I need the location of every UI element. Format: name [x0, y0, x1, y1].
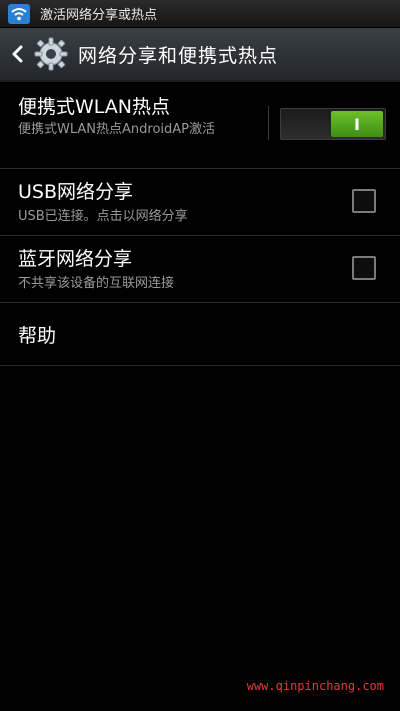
toggle-on-knob: I [331, 111, 383, 137]
usb-tethering-title: USB网络分享 [18, 181, 134, 203]
item-divider [268, 106, 269, 140]
wifi-hotspot-icon [6, 1, 32, 27]
action-bar: 网络分享和便携式热点 [0, 28, 400, 82]
usb-tethering-item[interactable]: USB网络分享 USB已连接。点击以网络分享 [0, 169, 400, 236]
usb-tethering-checkbox[interactable] [352, 189, 376, 213]
back-arrow-icon[interactable] [6, 28, 28, 80]
bluetooth-tethering-title: 蓝牙网络分享 [18, 248, 133, 270]
usb-tethering-summary: USB已连接。点击以网络分享 [18, 209, 188, 224]
wlan-hotspot-toggle[interactable]: I [280, 108, 386, 140]
status-notification-text: 激活网络分享或热点 [40, 8, 158, 23]
help-item[interactable]: 帮助 [0, 303, 400, 366]
wlan-hotspot-summary: 便携式WLAN热点AndroidAP激活 [18, 122, 216, 137]
settings-gear-icon[interactable] [32, 35, 70, 73]
wlan-hotspot-item[interactable]: 便携式WLAN热点 便携式WLAN热点AndroidAP激活 I [0, 82, 400, 169]
watermark-text: www.qinpinchang.com [246, 679, 384, 693]
settings-list: 便携式WLAN热点 便携式WLAN热点AndroidAP激活 I USB网络分享… [0, 82, 400, 366]
help-title: 帮助 [18, 325, 57, 347]
wlan-hotspot-title: 便携式WLAN热点 [18, 96, 171, 118]
page-title: 网络分享和便携式热点 [78, 44, 279, 67]
bluetooth-tethering-item[interactable]: 蓝牙网络分享 不共享该设备的互联网连接 [0, 236, 400, 303]
bluetooth-tethering-checkbox[interactable] [352, 256, 376, 280]
bluetooth-tethering-summary: 不共享该设备的互联网连接 [18, 276, 175, 291]
status-bar: 激活网络分享或热点 [0, 0, 400, 28]
